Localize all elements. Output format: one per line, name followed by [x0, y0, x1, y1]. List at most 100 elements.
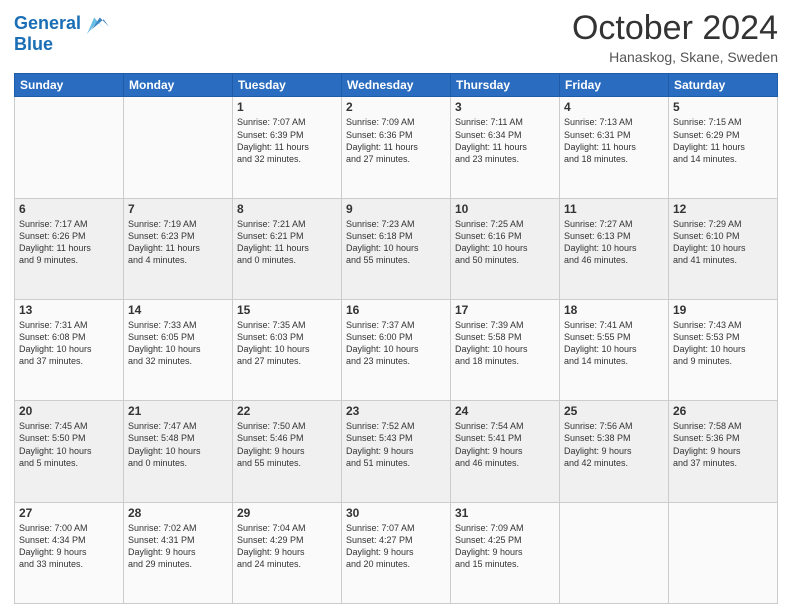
day-info: Sunrise: 7:31 AM Sunset: 6:08 PM Dayligh…	[19, 319, 119, 368]
calendar-cell: 10 Sunrise: 7:25 AM Sunset: 6:16 PM Dayli…	[451, 198, 560, 299]
page: General Blue October 2024 Hanaskog, Skan…	[0, 0, 792, 612]
day-info: Sunrise: 7:04 AM Sunset: 4:29 PM Dayligh…	[237, 522, 337, 571]
calendar-cell: 24 Sunrise: 7:54 AM Sunset: 5:41 PM Dayli…	[451, 401, 560, 502]
day-number: 5	[673, 100, 773, 114]
calendar-cell: 1 Sunrise: 7:07 AM Sunset: 6:39 PM Daylig…	[233, 97, 342, 198]
day-info: Sunrise: 7:19 AM Sunset: 6:23 PM Dayligh…	[128, 218, 228, 267]
day-number: 29	[237, 506, 337, 520]
day-number: 25	[564, 404, 664, 418]
logo-text: General	[14, 14, 81, 34]
day-number: 3	[455, 100, 555, 114]
col-wednesday: Wednesday	[342, 74, 451, 97]
calendar-week-5: 27 Sunrise: 7:00 AM Sunset: 4:34 PM Dayli…	[15, 502, 778, 603]
day-info: Sunrise: 7:11 AM Sunset: 6:34 PM Dayligh…	[455, 116, 555, 165]
day-number: 1	[237, 100, 337, 114]
calendar-cell: 25Sunrise: 7:56 AM Sunset: 5:38 PM Dayli…	[560, 401, 669, 502]
day-info: Sunrise: 7:00 AM Sunset: 4:34 PM Dayligh…	[19, 522, 119, 571]
day-number: 21	[128, 404, 228, 418]
day-info: Sunrise: 7:33 AM Sunset: 6:05 PM Dayligh…	[128, 319, 228, 368]
day-info: Sunrise: 7:21 AM Sunset: 6:21 PM Dayligh…	[237, 218, 337, 267]
day-number: 17	[455, 303, 555, 317]
day-number: 18	[564, 303, 664, 317]
calendar-week-4: 20 Sunrise: 7:45 AM Sunset: 5:50 PM Dayli…	[15, 401, 778, 502]
day-info: Sunrise: 7:35 AM Sunset: 6:03 PM Dayligh…	[237, 319, 337, 368]
day-number: 19	[673, 303, 773, 317]
calendar-cell: 22 Sunrise: 7:50 AM Sunset: 5:46 PM Dayli…	[233, 401, 342, 502]
day-number: 26	[673, 404, 773, 418]
day-number: 2	[346, 100, 446, 114]
calendar-week-3: 13 Sunrise: 7:31 AM Sunset: 6:08 PM Dayli…	[15, 300, 778, 401]
day-number: 16	[346, 303, 446, 317]
day-number: 9	[346, 202, 446, 216]
day-number: 22	[237, 404, 337, 418]
calendar-cell: 7 Sunrise: 7:19 AM Sunset: 6:23 PM Daylig…	[124, 198, 233, 299]
day-info: Sunrise: 7:09 AM Sunset: 4:25 PM Dayligh…	[455, 522, 555, 571]
calendar-cell	[124, 97, 233, 198]
day-number: 6	[19, 202, 119, 216]
day-info: Sunrise: 7:47 AM Sunset: 5:48 PM Dayligh…	[128, 420, 228, 469]
day-info: Sunrise: 7:02 AM Sunset: 4:31 PM Dayligh…	[128, 522, 228, 571]
day-number: 11	[564, 202, 664, 216]
location-subtitle: Hanaskog, Skane, Sweden	[572, 49, 778, 65]
day-number: 14	[128, 303, 228, 317]
day-info: Sunrise: 7:54 AM Sunset: 5:41 PM Dayligh…	[455, 420, 555, 469]
day-info: Sunrise: 7:45 AM Sunset: 5:50 PM Dayligh…	[19, 420, 119, 469]
calendar-table: Sunday Monday Tuesday Wednesday Thursday…	[14, 73, 778, 604]
day-info: Sunrise: 7:15 AM Sunset: 6:29 PM Dayligh…	[673, 116, 773, 165]
day-info: Sunrise: 7:07 AM Sunset: 6:39 PM Dayligh…	[237, 116, 337, 165]
calendar-cell: 28 Sunrise: 7:02 AM Sunset: 4:31 PM Dayli…	[124, 502, 233, 603]
calendar-cell: 3 Sunrise: 7:11 AM Sunset: 6:34 PM Daylig…	[451, 97, 560, 198]
calendar-week-1: 1 Sunrise: 7:07 AM Sunset: 6:39 PM Daylig…	[15, 97, 778, 198]
month-title: October 2024	[572, 10, 778, 47]
calendar-cell: 17Sunrise: 7:39 AM Sunset: 5:58 PM Dayli…	[451, 300, 560, 401]
day-number: 28	[128, 506, 228, 520]
day-number: 13	[19, 303, 119, 317]
col-sunday: Sunday	[15, 74, 124, 97]
day-number: 31	[455, 506, 555, 520]
day-number: 10	[455, 202, 555, 216]
day-info: Sunrise: 7:13 AM Sunset: 6:31 PM Dayligh…	[564, 116, 664, 165]
calendar-week-2: 6 Sunrise: 7:17 AM Sunset: 6:26 PM Daylig…	[15, 198, 778, 299]
col-thursday: Thursday	[451, 74, 560, 97]
calendar-cell: 31 Sunrise: 7:09 AM Sunset: 4:25 PM Dayli…	[451, 502, 560, 603]
day-number: 27	[19, 506, 119, 520]
calendar-cell: 12Sunrise: 7:29 AM Sunset: 6:10 PM Dayli…	[669, 198, 778, 299]
day-info: Sunrise: 7:52 AM Sunset: 5:43 PM Dayligh…	[346, 420, 446, 469]
col-tuesday: Tuesday	[233, 74, 342, 97]
calendar-cell: 6 Sunrise: 7:17 AM Sunset: 6:26 PM Daylig…	[15, 198, 124, 299]
calendar-cell	[15, 97, 124, 198]
day-number: 23	[346, 404, 446, 418]
day-info: Sunrise: 7:50 AM Sunset: 5:46 PM Dayligh…	[237, 420, 337, 469]
logo: General Blue	[14, 10, 111, 55]
calendar-cell: 18 Sunrise: 7:41 AM Sunset: 5:55 PM Dayli…	[560, 300, 669, 401]
calendar-cell: 19 Sunrise: 7:43 AM Sunset: 5:53 PM Dayli…	[669, 300, 778, 401]
day-number: 30	[346, 506, 446, 520]
calendar-cell	[560, 502, 669, 603]
calendar-cell: 15 Sunrise: 7:35 AM Sunset: 6:03 PM Dayli…	[233, 300, 342, 401]
day-info: Sunrise: 7:43 AM Sunset: 5:53 PM Dayligh…	[673, 319, 773, 368]
calendar-cell: 5 Sunrise: 7:15 AM Sunset: 6:29 PM Daylig…	[669, 97, 778, 198]
calendar-cell: 29 Sunrise: 7:04 AM Sunset: 4:29 PM Dayli…	[233, 502, 342, 603]
day-info: Sunrise: 7:41 AM Sunset: 5:55 PM Dayligh…	[564, 319, 664, 368]
day-info: Sunrise: 7:07 AM Sunset: 4:27 PM Dayligh…	[346, 522, 446, 571]
day-number: 7	[128, 202, 228, 216]
calendar-cell: 9Sunrise: 7:23 AM Sunset: 6:18 PM Daylig…	[342, 198, 451, 299]
calendar-cell: 16Sunrise: 7:37 AM Sunset: 6:00 PM Dayli…	[342, 300, 451, 401]
day-info: Sunrise: 7:25 AM Sunset: 6:16 PM Dayligh…	[455, 218, 555, 267]
header-row: Sunday Monday Tuesday Wednesday Thursday…	[15, 74, 778, 97]
day-number: 24	[455, 404, 555, 418]
calendar-cell: 27 Sunrise: 7:00 AM Sunset: 4:34 PM Dayli…	[15, 502, 124, 603]
col-friday: Friday	[560, 74, 669, 97]
day-info: Sunrise: 7:29 AM Sunset: 6:10 PM Dayligh…	[673, 218, 773, 267]
calendar-cell: 23 Sunrise: 7:52 AM Sunset: 5:43 PM Dayli…	[342, 401, 451, 502]
col-saturday: Saturday	[669, 74, 778, 97]
calendar-cell: 13 Sunrise: 7:31 AM Sunset: 6:08 PM Dayli…	[15, 300, 124, 401]
calendar-cell: 2Sunrise: 7:09 AM Sunset: 6:36 PM Daylig…	[342, 97, 451, 198]
calendar-cell: 4Sunrise: 7:13 AM Sunset: 6:31 PM Daylig…	[560, 97, 669, 198]
day-info: Sunrise: 7:17 AM Sunset: 6:26 PM Dayligh…	[19, 218, 119, 267]
day-number: 20	[19, 404, 119, 418]
calendar-cell: 8 Sunrise: 7:21 AM Sunset: 6:21 PM Daylig…	[233, 198, 342, 299]
day-number: 15	[237, 303, 337, 317]
day-number: 8	[237, 202, 337, 216]
calendar-cell	[669, 502, 778, 603]
